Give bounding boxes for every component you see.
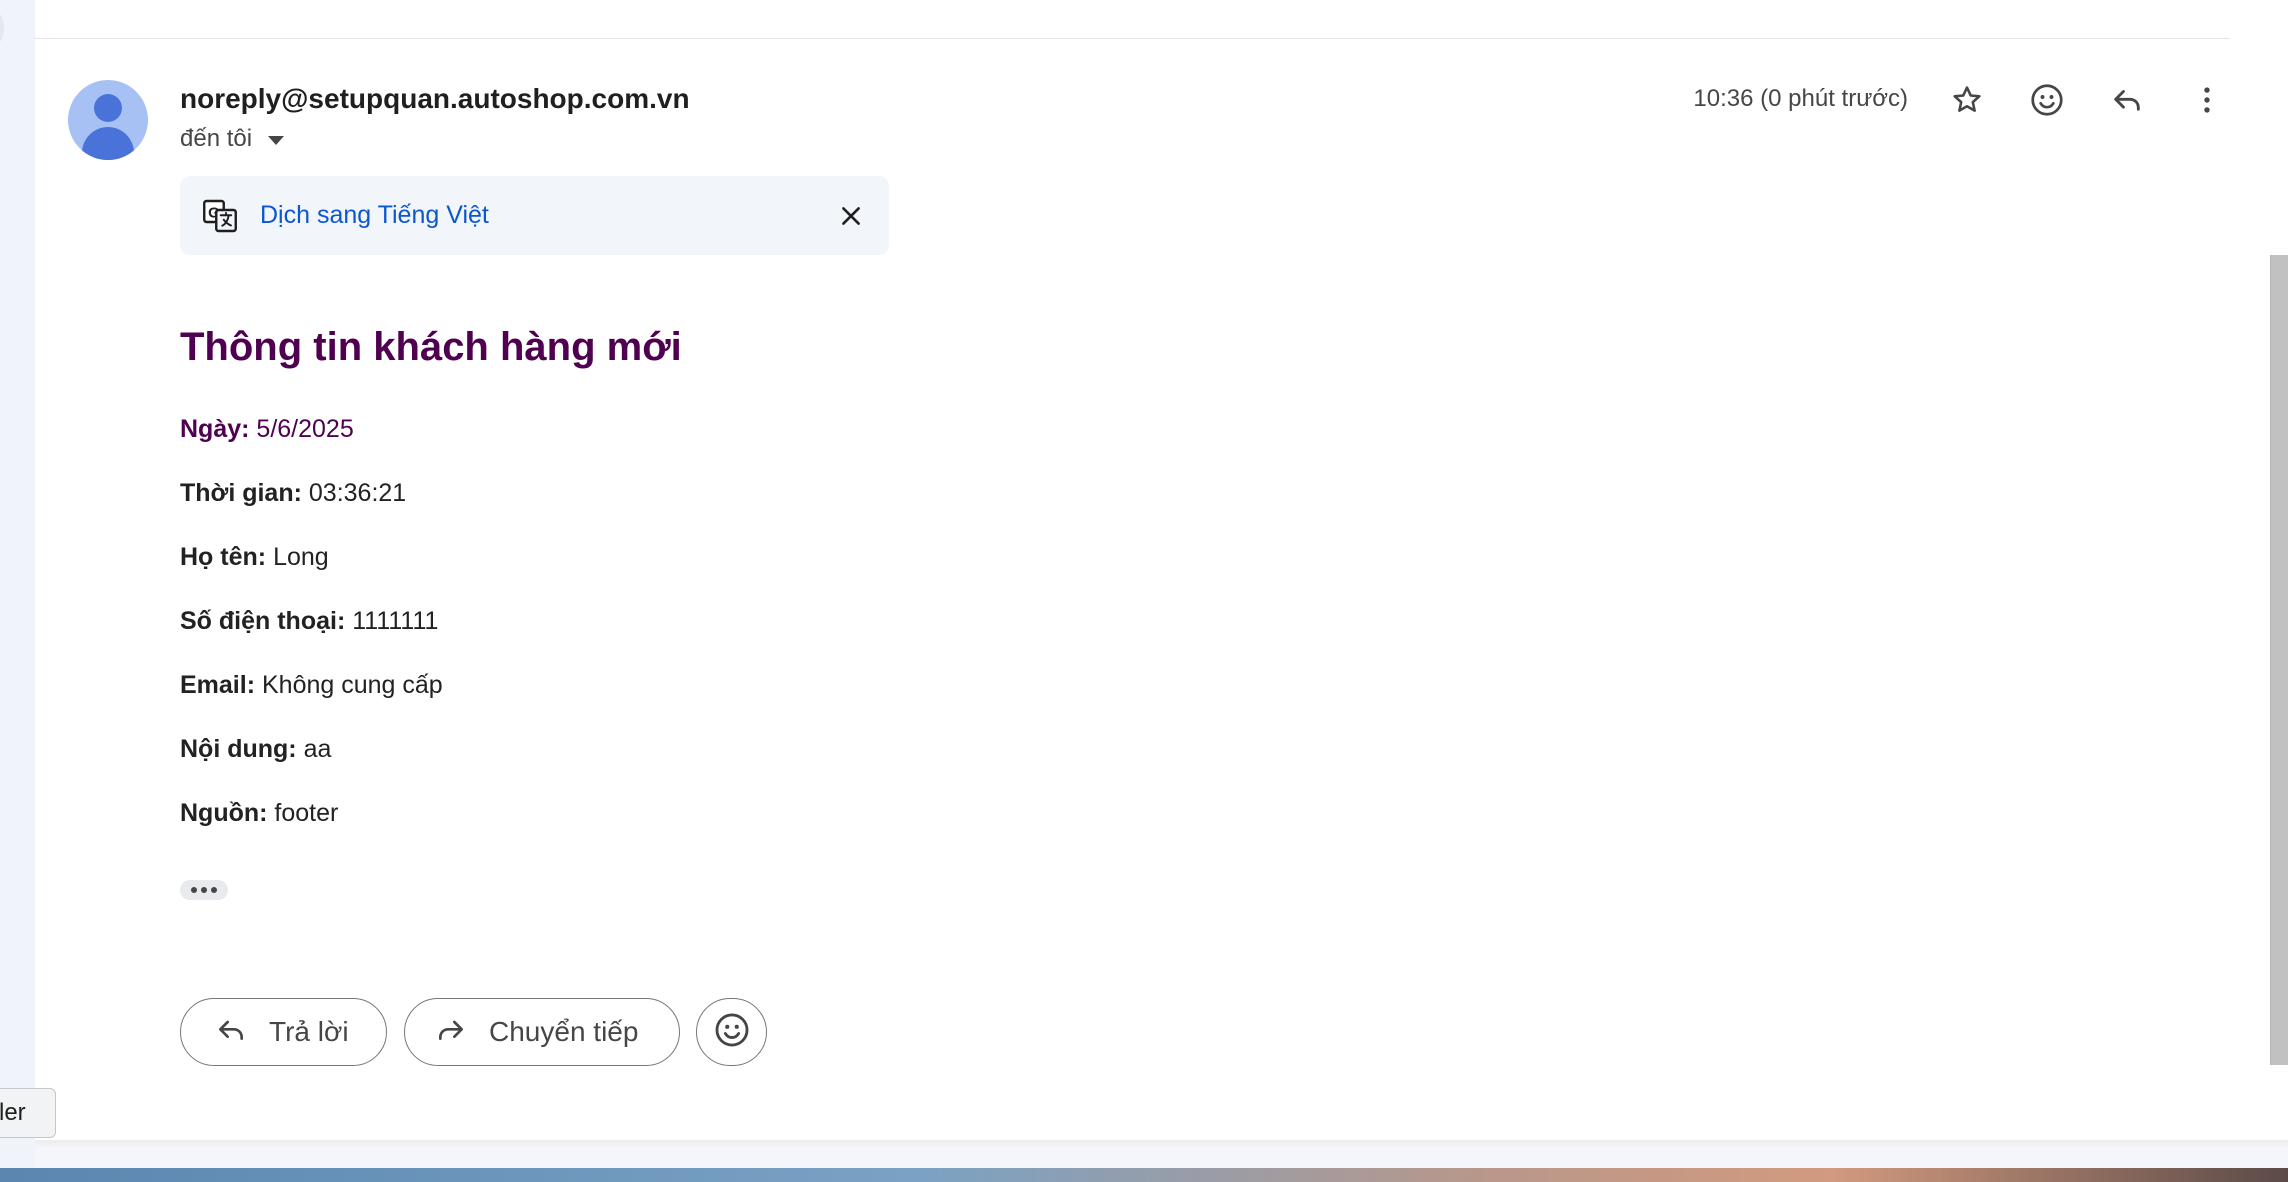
translate-bar: G Dịch sang Tiếng Việt xyxy=(180,176,889,255)
field-label: Ngày: xyxy=(180,415,250,443)
reply-icon[interactable] xyxy=(2107,80,2147,120)
tooltip: ler xyxy=(0,1088,56,1138)
desktop-wallpaper-strip xyxy=(0,1168,2288,1182)
recipient-toggle[interactable]: đến tôi xyxy=(180,125,285,153)
reply-button-label: Trả lời xyxy=(269,1016,349,1047)
forward-icon xyxy=(435,1014,467,1051)
field-value: footer xyxy=(274,799,339,827)
close-icon[interactable] xyxy=(833,198,869,234)
field-label: Email: xyxy=(180,671,256,699)
field-email: Email: Không cung cấp xyxy=(180,671,443,700)
sender-avatar[interactable] xyxy=(68,80,148,160)
translate-link[interactable]: Dịch sang Tiếng Việt xyxy=(260,201,489,230)
translate-icon: G xyxy=(202,198,238,234)
field-value: 1111111 xyxy=(352,607,439,635)
sidebar-avatar-edge[interactable] xyxy=(0,10,4,46)
field-value: aa xyxy=(303,735,332,763)
recipient-label: đến tôi xyxy=(180,125,253,152)
star-icon[interactable] xyxy=(1947,80,1987,120)
reply-button[interactable]: Trả lời xyxy=(180,998,387,1066)
field-label: Thời gian: xyxy=(180,479,302,507)
dot-icon xyxy=(191,887,197,893)
field-source: Nguồn: footer xyxy=(180,799,338,828)
email-timestamp: 10:36 (0 phút trước) xyxy=(1693,85,1908,112)
emoji-reaction-button[interactable] xyxy=(696,998,767,1066)
field-phone: Số điện thoại: 1111111 xyxy=(180,607,438,636)
forward-button-label: Chuyển tiếp xyxy=(489,1016,639,1047)
chevron-down-icon xyxy=(268,136,285,145)
field-date: Ngày: 5/6/2025 xyxy=(180,415,354,444)
panel-bottom-shadow xyxy=(35,1140,2288,1148)
forward-button[interactable]: Chuyển tiếp xyxy=(404,998,680,1066)
field-label: Nội dung: xyxy=(180,735,297,763)
vertical-scrollbar-thumb[interactable] xyxy=(2270,255,2288,1065)
dot-icon xyxy=(211,887,217,893)
top-divider xyxy=(35,38,2230,39)
emoji-icon xyxy=(713,1011,751,1054)
more-vert-icon[interactable] xyxy=(2187,80,2227,120)
avatar-head xyxy=(94,94,122,122)
dot-icon xyxy=(201,887,207,893)
reply-icon xyxy=(215,1014,247,1051)
field-value: Không cung cấp xyxy=(261,671,443,699)
field-label: Nguồn: xyxy=(180,799,268,827)
message-title: Thông tin khách hàng mới xyxy=(180,325,682,369)
field-time: Thời gian: 03:36:21 xyxy=(180,479,406,508)
emoji-icon[interactable] xyxy=(2027,80,2067,120)
field-value: 03:36:21 xyxy=(308,479,407,507)
left-sidebar-strip xyxy=(0,0,35,1182)
field-content: Nội dung: aa xyxy=(180,735,331,764)
field-value: Long xyxy=(273,543,329,571)
email-panel xyxy=(35,0,2288,1140)
avatar-body xyxy=(82,127,134,160)
show-trimmed-content-button[interactable] xyxy=(180,880,228,900)
field-value: 5/6/2025 xyxy=(256,415,354,443)
field-label: Số điện thoại: xyxy=(180,607,346,635)
sender-address[interactable]: noreply@setupquan.autoshop.com.vn xyxy=(180,83,690,115)
field-name: Họ tên: Long xyxy=(180,543,329,572)
field-label: Họ tên: xyxy=(180,543,267,571)
